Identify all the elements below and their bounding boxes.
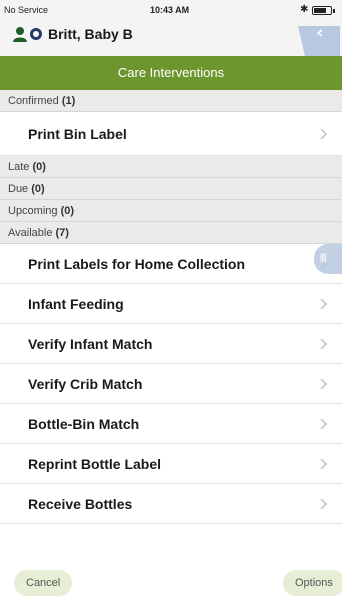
grip-icon: [||] — [320, 252, 327, 262]
list-item-label: Print Labels for Home Collection — [28, 256, 246, 272]
status-bar: No Service 10:43 AM ✱ — [0, 0, 342, 20]
chevron-right-icon — [320, 298, 328, 310]
page-title: Care Interventions — [0, 56, 342, 90]
list-item-label: Print Bin Label — [28, 126, 127, 142]
section-late: Late (0) — [0, 156, 342, 178]
section-count: (0) — [60, 205, 75, 217]
patient-name: Britt, Baby B — [48, 26, 133, 42]
section-available: Available (7) — [0, 222, 342, 244]
list-item-label: Verify Crib Match — [28, 376, 143, 392]
list-item[interactable]: Print Labels for Home Collection — [0, 244, 342, 284]
battery-icon — [312, 6, 332, 15]
battery-tip — [333, 9, 335, 13]
patient-header[interactable]: Britt, Baby B — [0, 20, 342, 60]
bluetooth-icon: ✱ — [300, 4, 309, 15]
cancel-button[interactable]: Cancel — [14, 570, 73, 596]
clock: 10:43 AM — [150, 5, 190, 15]
list-item[interactable]: Print Bin Label — [0, 112, 342, 156]
section-due: Due (0) — [0, 178, 342, 200]
section-count: (0) — [31, 183, 45, 195]
identity-badge-icon — [30, 28, 42, 40]
list-item-label: Receive Bottles — [28, 496, 133, 512]
section-count: (0) — [32, 161, 46, 173]
section-upcoming: Upcoming (0) — [0, 200, 342, 222]
back-flag-icon[interactable] — [292, 26, 340, 60]
section-confirmed: Confirmed (1) — [0, 90, 342, 112]
section-label: Available — [8, 227, 53, 239]
person-icon — [13, 27, 27, 42]
section-count: (7) — [55, 227, 69, 239]
section-label: Upcoming — [8, 205, 58, 217]
footer-bar: Cancel Options — [0, 562, 342, 604]
chevron-right-icon — [320, 418, 328, 430]
list-item[interactable]: Bottle-Bin Match — [0, 404, 342, 444]
chevron-right-icon — [320, 498, 328, 510]
list-item[interactable]: Receive Bottles — [0, 484, 342, 524]
list-item[interactable]: Infant Feeding — [0, 284, 342, 324]
chevron-right-icon — [320, 378, 328, 390]
list-item-label: Verify Infant Match — [28, 336, 153, 352]
chevron-right-icon — [320, 128, 328, 140]
list-item[interactable]: Reprint Bottle Label — [0, 444, 342, 484]
list-item-label: Bottle-Bin Match — [28, 416, 140, 432]
list-item-label: Reprint Bottle Label — [28, 456, 162, 472]
list-item[interactable]: Verify Crib Match — [0, 364, 342, 404]
list-item-label: Infant Feeding — [28, 296, 124, 312]
list-item[interactable]: Verify Infant Match — [0, 324, 342, 364]
carrier-label: No Service — [4, 5, 49, 15]
section-label: Confirmed — [8, 95, 59, 107]
chevron-right-icon — [320, 458, 328, 470]
section-label: Late — [8, 161, 30, 173]
side-drawer-handle[interactable]: [||] — [314, 244, 342, 274]
options-button[interactable]: Options — [283, 570, 342, 596]
section-count: (1) — [61, 95, 76, 107]
section-label: Due — [8, 183, 29, 195]
chevron-right-icon — [320, 338, 328, 350]
